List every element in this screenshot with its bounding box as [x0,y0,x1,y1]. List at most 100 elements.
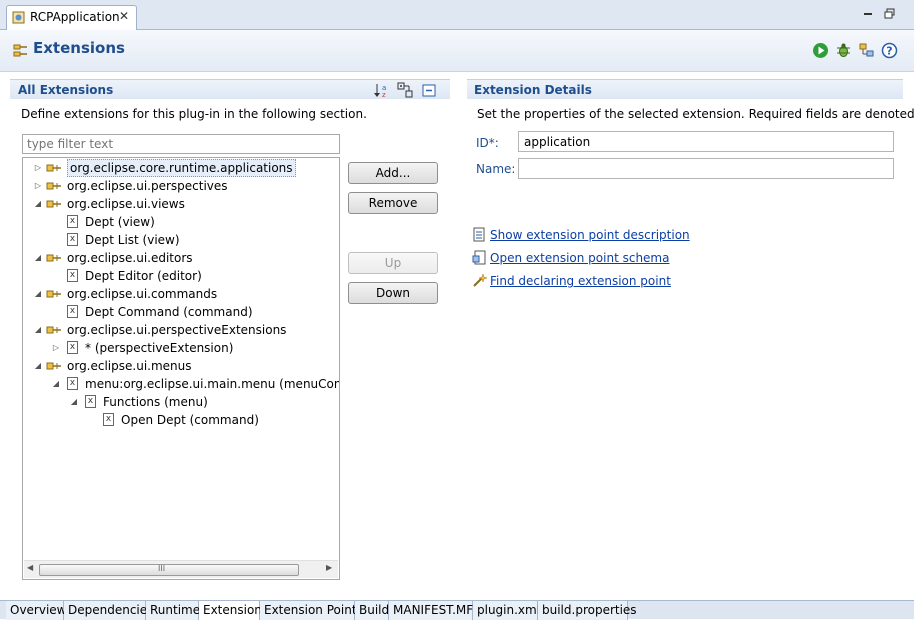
tree-item-label: Dept Editor (editor) [85,269,202,283]
show-extension-point-description-link[interactable]: Show extension point description [490,228,690,242]
all-extensions-description: Define extensions for this plug-in in th… [21,107,367,121]
extensions-icon [13,44,27,57]
tree-item-extension[interactable]: ◢ org.eclipse.ui.editors [23,249,339,267]
svg-text:?: ? [886,45,892,58]
run-icon[interactable] [812,42,829,59]
tab-overview[interactable]: Overview [6,601,67,620]
form-header: Extensions ? [0,30,914,72]
all-extensions-title: All Extensions [18,83,114,97]
tree-item-extension[interactable]: ◢ org.eclipse.ui.views [23,195,339,213]
tree-item-extension[interactable]: ◢ org.eclipse.ui.perspectiveExtensions [23,321,339,339]
tree-item-element[interactable]: x Open Dept (command) [23,411,339,429]
export-wizard-icon[interactable] [858,42,875,59]
tree-item-extension[interactable]: ◢ org.eclipse.ui.commands [23,285,339,303]
expand-arrow-icon[interactable]: ▷ [33,159,43,177]
collapse-arrow-icon [87,411,97,429]
element-icon: x [85,395,96,408]
tree-item-label: org.eclipse.ui.perspectiveExtensions [67,323,287,337]
help-icon[interactable]: ? [881,42,898,59]
tab-manifest-mf[interactable]: MANIFEST.MF [389,601,473,620]
extension-details-description: Set the properties of the selected exten… [477,107,914,121]
restore-icon[interactable] [884,8,896,20]
tab-build[interactable]: Build [355,601,389,620]
extension-icon [46,200,61,208]
plugin-manifest-icon [12,11,25,24]
tree-item-extension[interactable]: ◢ org.eclipse.ui.menus [23,357,339,375]
collapse-arrow-icon[interactable]: ◢ [33,357,43,375]
debug-icon[interactable] [835,42,852,59]
open-extension-point-schema-link[interactable]: Open extension point schema [490,251,669,265]
tab-runtime[interactable]: Runtime [146,601,200,620]
editor-tab-label: RCPApplication [30,10,120,24]
document-icon [473,227,485,242]
svg-text:z: z [382,91,386,98]
tree-item-label: org.eclipse.ui.commands [67,287,218,301]
tree-item-element[interactable]: x Dept Command (command) [23,303,339,321]
element-icon: x [67,341,78,354]
tab-extensions[interactable]: Extensions [199,601,268,620]
expand-arrow-icon[interactable]: ▷ [33,177,43,195]
tree-item-element[interactable]: x Dept (view) [23,213,339,231]
tree-item-extension[interactable]: ▷ org.eclipse.core.runtime.applications [23,159,339,177]
name-field[interactable] [518,158,894,179]
extension-details-title: Extension Details [474,83,592,97]
collapse-arrow-icon[interactable]: ◢ [51,375,61,393]
close-tab-icon[interactable]: ✕ [119,9,129,23]
tree-item-extension[interactable]: ▷ org.eclipse.ui.perspectives [23,177,339,195]
tree-item-label: Open Dept (command) [121,413,259,427]
tree-item-element[interactable]: x Dept Editor (editor) [23,267,339,285]
element-icon: x [67,305,78,318]
collapse-arrow-icon[interactable]: ◢ [33,321,43,339]
down-button[interactable]: Down [348,282,438,304]
tree-item-label: Functions (menu) [103,395,208,409]
collapse-arrow-icon [51,231,61,249]
sort-alphabetically-icon[interactable]: az [374,82,390,98]
page-title: Extensions [33,39,125,57]
scroll-right-icon[interactable]: ▶ [326,563,332,572]
tree-item-label: org.eclipse.ui.perspectives [67,179,228,193]
expand-arrow-icon[interactable]: ▷ [51,339,61,357]
remove-button[interactable]: Remove [348,192,438,214]
tree-item-element[interactable]: ◢ x menu:org.eclipse.ui.main.menu (menuCon… [23,375,339,393]
up-button[interactable]: Up [348,252,438,274]
search-wand-icon [473,273,487,287]
tree-item-label: * (perspectiveExtension) [85,341,234,355]
find-declaring-extension-point-link[interactable]: Find declaring extension point [490,274,671,288]
bottom-page-tabs: Overview Dependencies Runtime Extensions Ext… [0,600,914,620]
tab-dependencies[interactable]: Dependencies [64,601,153,620]
element-icon: x [103,413,114,426]
tree-item-label: menu:org.eclipse.ui.main.menu (menuContr… [85,377,339,391]
tree-item-element[interactable]: ▷ x * (perspectiveExtension) [23,339,339,357]
extension-icon [46,362,61,370]
add-button[interactable]: Add... [348,162,438,184]
tree-item-label: Dept Command (command) [85,305,253,319]
element-icon: x [67,233,78,246]
expand-all-icon[interactable] [397,82,413,98]
collapse-arrow-icon[interactable]: ◢ [69,393,79,411]
collapse-all-icon[interactable] [421,82,437,98]
scroll-left-icon[interactable]: ◀ [27,563,33,572]
collapse-arrow-icon [51,267,61,285]
editor-tab-rcpapplication[interactable]: RCPApplication ✕ [6,5,137,30]
collapse-arrow-icon[interactable]: ◢ [33,285,43,303]
tree-item-label: org.eclipse.ui.editors [67,251,193,265]
tab-extension-points[interactable]: Extension Points [260,601,363,620]
filter-input[interactable] [22,134,340,154]
tree-item-element[interactable]: ◢ x Functions (menu) [23,393,339,411]
id-field[interactable] [518,131,894,152]
tab-build-properties[interactable]: build.properties [538,601,637,620]
extension-details-header: Extension Details [467,79,903,99]
horizontal-scrollbar[interactable]: ◀ III ▶ [24,560,338,578]
extension-icon [46,326,61,334]
tree-item-element[interactable]: x Dept List (view) [23,231,339,249]
collapse-arrow-icon[interactable]: ◢ [33,249,43,267]
collapse-arrow-icon[interactable]: ◢ [33,195,43,213]
tab-plugin-xml[interactable]: plugin.xml [473,601,540,620]
extension-icon [46,182,61,190]
tree-item-label: org.eclipse.ui.views [67,197,185,211]
extensions-tree[interactable]: ▷ org.eclipse.core.runtime.applications ▷ o… [22,157,340,580]
minimize-icon[interactable] [862,8,874,20]
scrollbar-thumb[interactable]: III [39,564,299,576]
tree-item-label: org.eclipse.core.runtime.applications [67,159,296,177]
extension-icon [46,290,61,298]
